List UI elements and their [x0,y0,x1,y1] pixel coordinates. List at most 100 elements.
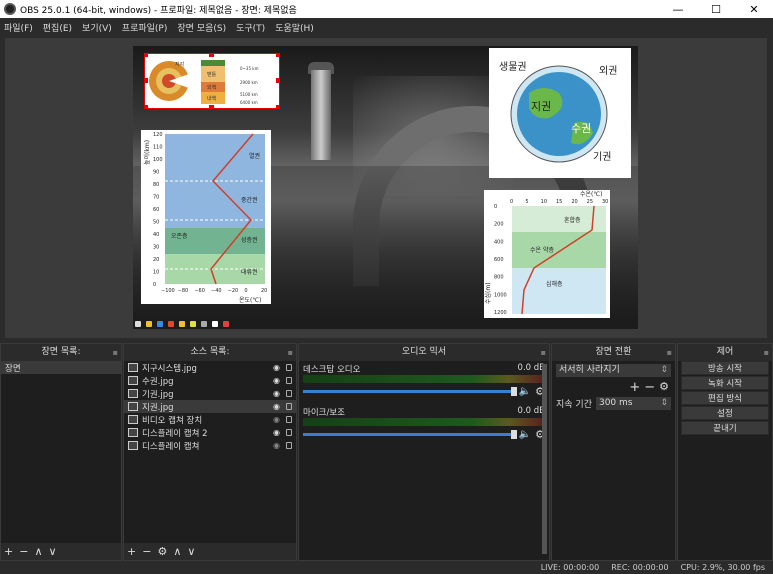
menu-tools[interactable]: 도구(T) [236,21,265,34]
sources-dock-title: 소스 목록: [190,347,230,357]
menu-edit[interactable]: 편집(E) [43,21,72,34]
preview-area: 0~35 km 2900 km 5100 km 6400 km 맨틀 외핵 내핵… [5,38,767,338]
dock-float-icon[interactable]: ▪ [288,344,293,361]
visibility-eye-icon[interactable]: ◉ [273,376,280,385]
move-scene-down-button[interactable]: ∨ [49,545,57,558]
lock-icon[interactable] [286,403,292,410]
atmosphere-overlay[interactable]: 높이(km) 온도(℃) 열권 중간권 성층권 대류권 오존층 120 110 10… [141,130,271,304]
source-item[interactable]: 지구시스템.jpg ◉ [124,361,296,374]
preview-canvas[interactable]: 0~35 km 2900 km 5100 km 6400 km 맨틀 외핵 내핵… [133,46,638,329]
lock-icon[interactable] [286,429,292,436]
visibility-eye-icon[interactable]: ◉ [273,389,280,398]
visibility-eye-icon[interactable]: ◉ [273,441,280,450]
ocean-ytick: 200 [494,222,504,228]
lock-icon[interactable] [286,442,292,449]
scenes-dock-title: 장면 목록: [41,347,81,357]
lock-icon[interactable] [286,377,292,384]
menu-profile[interactable]: 프로파일(P) [122,21,168,34]
start-streaming-button[interactable]: 방송 시작 [681,361,769,375]
speaker-icon[interactable]: 🔈 [519,386,531,397]
move-scene-up-button[interactable]: ∧ [34,545,42,558]
scene-item[interactable]: 장면 [1,361,121,374]
atmo-label-meso: 중간권 [241,196,258,204]
source-properties-gear-icon[interactable]: ⚙ [157,545,167,558]
ocean-label-mixed: 혼합층 [564,216,581,224]
lock-icon[interactable] [286,416,292,423]
ocean-ytick: 800 [494,275,504,281]
channel-name: 데스크탑 오디오 [303,365,361,375]
move-source-up-button[interactable]: ∧ [173,545,181,558]
transitions-dock: 장면 전환 ▪ 서서히 사라지기 ⇕ + − ⚙ 지속 기간 300 ms ⇕ [551,343,676,561]
remove-transition-button[interactable]: − [644,380,655,395]
label-crust: 지각 [175,61,185,68]
move-source-down-button[interactable]: ∨ [187,545,195,558]
atmo-ytick: 90 [153,170,159,176]
sources-dock: 소스 목록: ▪ 지구시스템.jpg ◉ 수권.jpg ◉ 기권.jpg ◉ 지권.jp… [123,343,297,561]
earth-system-overlay[interactable]: 0~35 km 2900 km 5100 km 6400 km 맨틀 외핵 내핵… [144,53,280,109]
mixer-scrollbar[interactable] [542,364,547,554]
svg-text:5100 km: 5100 km [240,92,258,97]
title-bar: OBS 25.0.1 (64-bit, windows) - 프로파일: 제목없… [0,0,773,18]
source-item[interactable]: 지권.jpg ◉ [124,400,296,413]
add-scene-button[interactable]: + [4,545,13,558]
atmo-ytick: 40 [153,232,159,238]
dock-float-icon[interactable]: ▪ [113,344,118,361]
volume-slider[interactable] [303,430,517,439]
controls-dock-title: 제어 [716,347,734,357]
volume-meter [303,418,545,426]
ocean-ytick: 1200 [494,310,507,316]
add-transition-button[interactable]: + [629,380,640,395]
mixer-dock-title: 오디오 믹서 [401,347,447,357]
atmo-xtick: 20 [261,288,267,294]
ocean-xtick: 5 [525,199,528,205]
visibility-eye-icon[interactable]: ◉ [273,402,280,411]
visibility-eye-icon[interactable]: ◉ [273,415,280,424]
studio-mode-button[interactable]: 편집 방식 [681,391,769,405]
menu-file[interactable]: 파일(F) [4,21,33,34]
dock-float-icon[interactable]: ▪ [541,344,546,361]
dock-float-icon[interactable]: ▪ [764,344,769,361]
label-outer-core: 외핵 [207,84,217,91]
ocean-xtick: 15 [556,199,562,205]
source-item[interactable]: 비디오 캡쳐 장치 ◉ [124,413,296,426]
exit-button[interactable]: 끝내기 [681,421,769,435]
start-recording-button[interactable]: 녹화 시작 [681,376,769,390]
add-source-button[interactable]: + [127,545,136,558]
transition-select[interactable]: 서서히 사라지기 ⇕ [556,364,671,377]
svg-text:6400 km: 6400 km [240,100,258,105]
maximize-button[interactable]: ☐ [697,0,735,18]
visibility-eye-icon[interactable]: ◉ [273,363,280,372]
source-item[interactable]: 수권.jpg ◉ [124,374,296,387]
menu-scene-collection[interactable]: 장면 모음(S) [177,21,226,34]
remove-source-button[interactable]: − [142,545,151,558]
window-title: OBS 25.0.1 (64-bit, windows) - 프로파일: 제목없… [20,5,297,16]
menu-view[interactable]: 보기(V) [82,21,112,34]
source-item[interactable]: 디스플레이 캡쳐 2 ◉ [124,426,296,439]
close-button[interactable]: ✕ [735,0,773,18]
atmo-ytick: 20 [153,257,159,263]
transition-gear-icon[interactable]: ⚙ [659,380,669,395]
source-item[interactable]: 기권.jpg ◉ [124,387,296,400]
menu-help[interactable]: 도움말(H) [275,21,314,34]
remove-scene-button[interactable]: − [19,545,28,558]
ocean-xtick: 10 [541,199,547,205]
visibility-eye-icon[interactable]: ◉ [273,428,280,437]
speaker-icon[interactable]: 🔈 [519,429,531,440]
audio-mixer-dock: 오디오 믹서 ▪ 데스크탑 오디오 0.0 dB 🔈 ⚙ 마이크/보조 0.0 dB … [298,343,550,561]
spheres-overlay[interactable]: 생물권 외권 지권 수권 기권 [489,48,631,178]
atmo-ylabel: 높이(km) [143,140,151,165]
settings-button[interactable]: 설정 [681,406,769,420]
ocean-overlay[interactable]: 수온(℃) 수심(m) 혼합층 수온 약층 심해층 0 200 400 600 800 1… [484,190,610,318]
lock-icon[interactable] [286,390,292,397]
label-inner-core: 내핵 [207,95,217,102]
image-source-icon [128,402,138,411]
atmo-ytick: 10 [153,270,159,276]
source-item[interactable]: 디스플레이 캡쳐 ◉ [124,439,296,452]
minimize-button[interactable]: — [659,0,697,18]
dock-float-icon[interactable]: ▪ [667,344,672,361]
label-atmosphere: 기권 [593,151,611,163]
image-source-icon [128,363,138,372]
volume-slider[interactable] [303,387,517,396]
duration-spinbox[interactable]: 300 ms ⇕ [595,397,671,410]
lock-icon[interactable] [286,364,292,371]
